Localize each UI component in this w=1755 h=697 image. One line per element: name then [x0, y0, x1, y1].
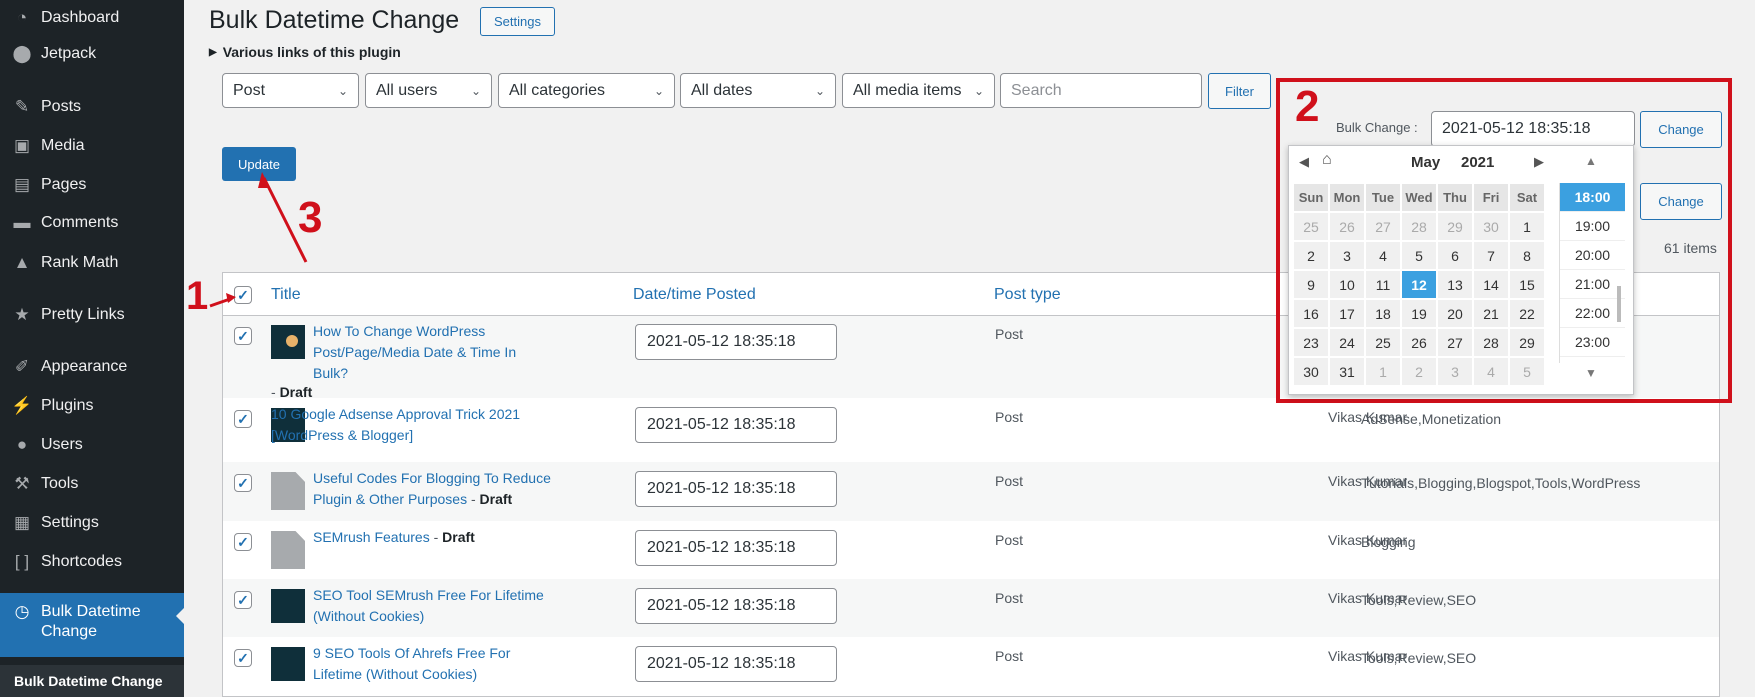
arrow-1-head — [226, 293, 236, 303]
annotation-arrows — [209, 172, 308, 308]
arrow-3-line — [262, 177, 308, 263]
arrow-1-line — [209, 297, 231, 308]
arrow-3-head — [258, 172, 270, 188]
